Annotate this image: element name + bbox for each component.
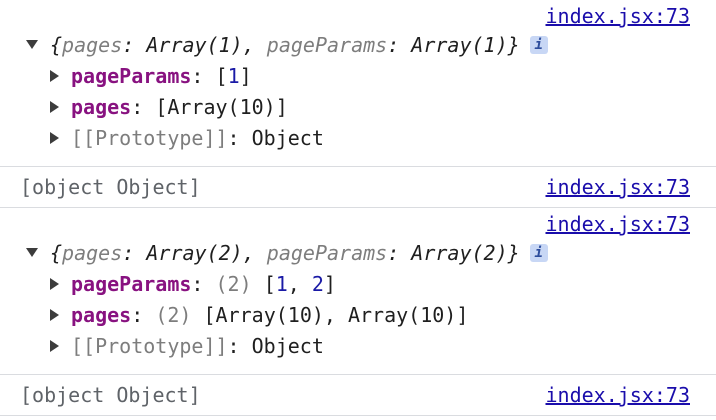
property-row[interactable]: pageParams: (2) [1, 2]	[0, 269, 716, 300]
property-row[interactable]: pageParams: [1]	[0, 61, 716, 92]
summary-value: Array(1)	[411, 33, 508, 57]
source-link[interactable]: index.jsx:73	[546, 375, 691, 415]
summary-key: pages	[62, 33, 123, 57]
array-length: (2)	[155, 303, 192, 327]
info-icon[interactable]: i	[529, 35, 548, 54]
message-text: [object Object]	[20, 383, 201, 407]
property-key: pages	[71, 95, 132, 119]
source-link[interactable]: index.jsx:73	[546, 167, 691, 207]
expand-triangle-icon[interactable]	[26, 40, 38, 49]
brace-open: {	[50, 241, 63, 265]
property-key: pageParams	[71, 272, 192, 296]
summary-key: pageParams	[266, 33, 388, 57]
object-summary[interactable]: {pages: Array(1), pageParams: Array(1)} i	[0, 30, 716, 61]
source-link[interactable]: index.jsx:73	[546, 212, 691, 236]
collapse-triangle-icon[interactable]	[50, 131, 59, 144]
console-message: [object Object] index.jsx:73	[0, 375, 716, 416]
brace-open: {	[50, 33, 63, 57]
summary-key: pages	[62, 241, 123, 265]
property-value: Object	[251, 334, 324, 358]
summary-value: Array(1)	[146, 33, 243, 57]
console-panel: index.jsx:73 {pages: Array(1), pageParam…	[0, 0, 716, 416]
console-message: [object Object] index.jsx:73	[0, 167, 716, 208]
summary-key: pageParams	[266, 241, 388, 265]
source-row: index.jsx:73	[0, 0, 716, 30]
collapse-triangle-icon[interactable]	[50, 277, 59, 290]
message-text: [object Object]	[20, 175, 201, 199]
collapse-triangle-icon[interactable]	[50, 308, 59, 321]
console-message: index.jsx:73 {pages: Array(2), pageParam…	[0, 208, 716, 375]
collapse-triangle-icon[interactable]	[50, 100, 59, 113]
property-row[interactable]: [[Prototype]]: Object	[0, 123, 716, 154]
property-key: pageParams	[71, 64, 192, 88]
console-message: index.jsx:73 {pages: Array(1), pageParam…	[0, 0, 716, 167]
property-row[interactable]: [[Prototype]]: Object	[0, 331, 716, 362]
summary-value: Array(2)	[146, 241, 243, 265]
property-key: [[Prototype]]	[71, 126, 228, 150]
summary-value: Array(2)	[411, 241, 508, 265]
source-link[interactable]: index.jsx:73	[546, 4, 691, 28]
info-icon[interactable]: i	[529, 243, 548, 262]
property-key: pages	[71, 303, 132, 327]
object-summary[interactable]: {pages: Array(2), pageParams: Array(2)} i	[0, 238, 716, 269]
property-key: [[Prototype]]	[71, 334, 228, 358]
array-length: (2)	[215, 272, 252, 296]
property-row[interactable]: pages: [Array(10)]	[0, 92, 716, 123]
brace-close: }	[507, 33, 520, 57]
property-value: [Array(10), Array(10)]	[203, 303, 469, 327]
property-row[interactable]: pages: (2) [Array(10), Array(10)]	[0, 300, 716, 331]
brace-close: }	[507, 241, 520, 265]
collapse-triangle-icon[interactable]	[50, 69, 59, 82]
property-value: Object	[251, 126, 324, 150]
collapse-triangle-icon[interactable]	[50, 339, 59, 352]
property-value: [Array(10)]	[155, 95, 288, 119]
source-row: index.jsx:73	[0, 208, 716, 238]
expand-triangle-icon[interactable]	[26, 248, 38, 257]
